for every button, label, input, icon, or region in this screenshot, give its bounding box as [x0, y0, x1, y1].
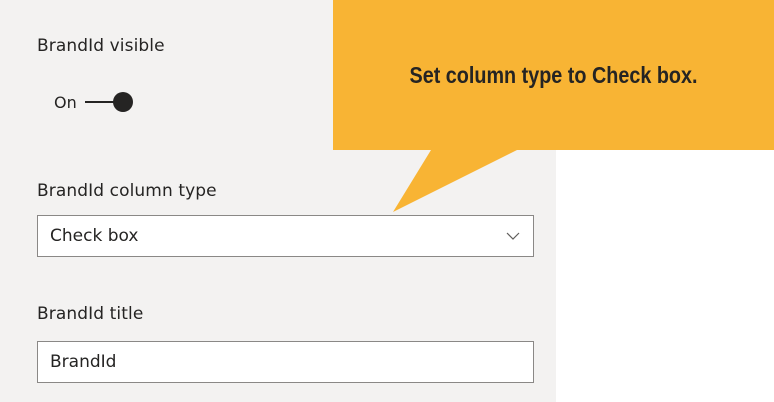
column-type-selected-value: Check box: [50, 226, 139, 246]
column-type-label: BrandId column type: [37, 181, 217, 201]
toggle-switch-icon[interactable]: [84, 90, 133, 114]
column-type-dropdown[interactable]: Check box: [37, 215, 534, 257]
toggle-knob: [112, 92, 133, 112]
title-input-value: BrandId: [50, 352, 117, 372]
chevron-down-icon[interactable]: [493, 216, 533, 256]
screenshot: BrandId visible On BrandId column type C…: [0, 0, 774, 402]
callout-shape: [333, 0, 774, 212]
title-input[interactable]: BrandId: [37, 341, 534, 383]
toggle-state-label: On: [54, 92, 77, 112]
visible-toggle[interactable]: On: [54, 90, 133, 114]
visible-label: BrandId visible: [37, 36, 165, 56]
callout-text: Set column type to Check box.: [409, 62, 698, 88]
callout-annotation: Set column type to Check box.: [333, 0, 774, 212]
title-label: BrandId title: [37, 304, 144, 324]
